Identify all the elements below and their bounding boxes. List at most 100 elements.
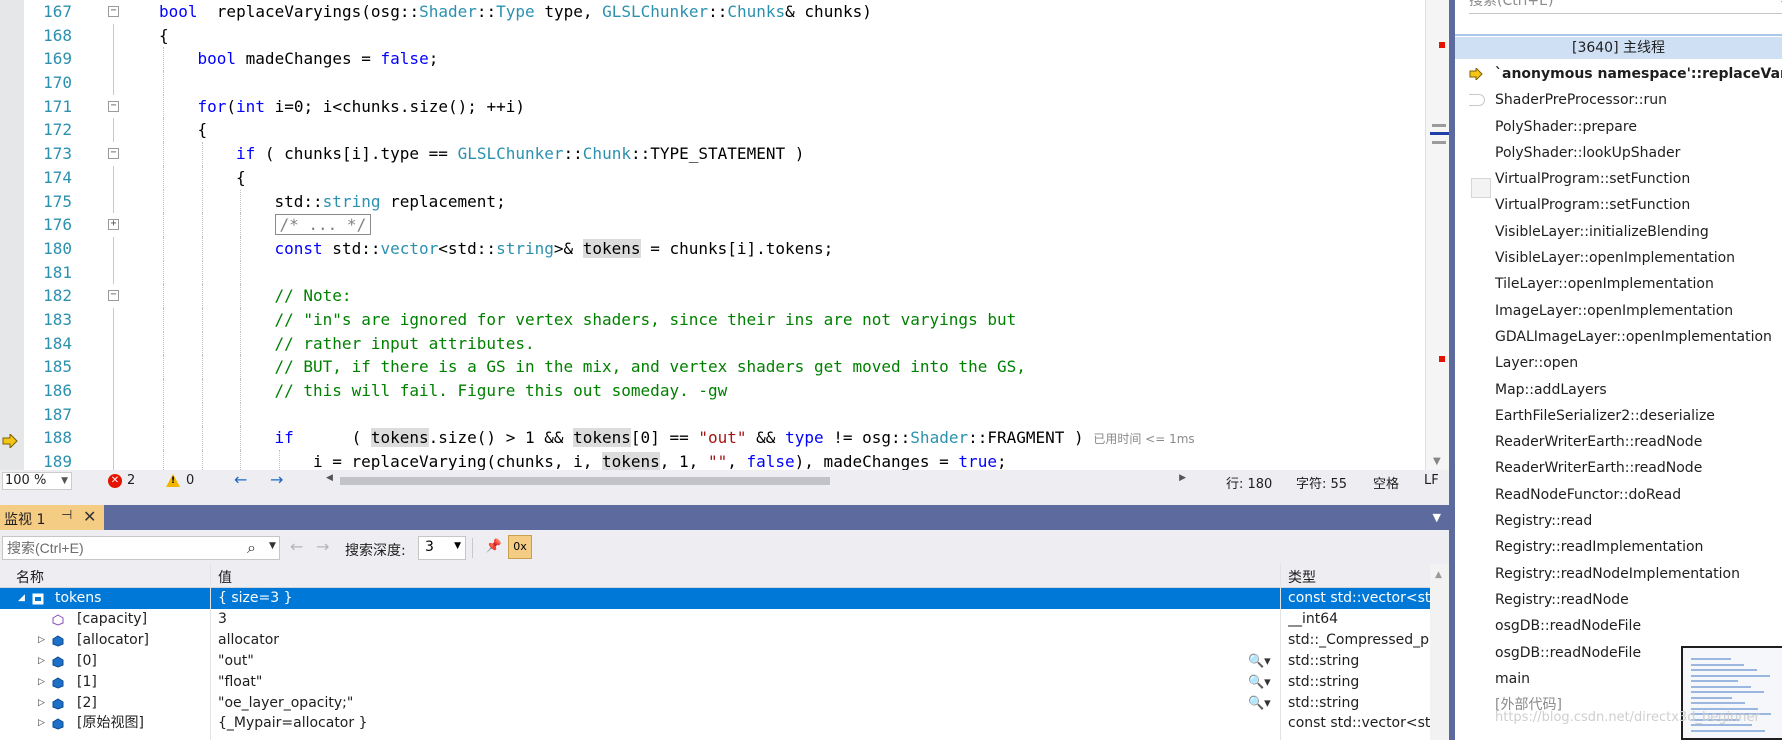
call-stack-frame[interactable]: `anonymous namespace'::replaceVaryings (1455, 61, 1782, 87)
expand-arrow-icon[interactable]: ▷ (38, 630, 45, 651)
horizontal-scroll-thumb[interactable] (340, 477, 830, 485)
code-text[interactable]: for(int i=0; i<chunks.size(); ++i) (198, 95, 526, 119)
column-header-name[interactable]: 名称 (16, 567, 44, 587)
expand-arrow-icon[interactable]: ▷ (38, 713, 45, 734)
call-stack-frame[interactable]: VirtualProgram::setFunction (1455, 166, 1782, 192)
search-next-icon[interactable]: → (316, 537, 329, 556)
code-line[interactable]: 185 // BUT, if there is a GS in the mix, … (24, 355, 1424, 379)
watch-row[interactable]: [capacity] 3 __int64 (0, 609, 1430, 630)
call-stack-frame[interactable]: GDALImageLayer::openImplementation (1455, 324, 1782, 350)
navigate-forward-icon[interactable]: → (270, 470, 283, 489)
call-stack-frame[interactable]: Registry::read (1455, 508, 1782, 534)
code-line[interactable]: 169 bool madeChanges = false; (24, 47, 1424, 72)
visualizer-icon[interactable]: 🔍▾ (1248, 693, 1271, 714)
code-text[interactable]: bool replaceVaryings(osg::Shader::Type t… (159, 0, 872, 24)
watch-value[interactable]: allocator (218, 630, 279, 651)
collapse-icon[interactable]: − (108, 100, 119, 112)
code-text[interactable]: // rather input attributes. (275, 332, 535, 356)
code-line[interactable]: 168 { (24, 23, 1424, 48)
search-previous-icon[interactable]: ← (290, 537, 303, 556)
code-line[interactable]: 174 { (24, 165, 1424, 190)
code-editor[interactable]: 167− bool replaceVaryings(osg::Shader::Ty… (0, 0, 1449, 470)
code-line[interactable]: 182 − // Note: (24, 284, 1424, 308)
visualizer-icon[interactable]: 🔍▾ (1248, 672, 1271, 693)
indicator-margin[interactable] (0, 0, 24, 470)
line-ending[interactable]: LF (1424, 473, 1439, 488)
call-stack-frame[interactable]: TileLayer::openImplementation (1455, 271, 1782, 297)
code-text[interactable]: { (236, 166, 246, 190)
call-stack-frame[interactable]: ReaderWriterEarth::readNode (1455, 429, 1782, 455)
column-header-type[interactable]: 类型 (1288, 567, 1316, 587)
call-stack-frame[interactable]: EarthFileSerializer2::deserialize (1455, 403, 1782, 429)
column-divider[interactable] (1280, 564, 1281, 740)
error-count[interactable]: 2 (127, 473, 135, 488)
call-stack-frame[interactable]: VirtualProgram::setFunction (1455, 192, 1782, 218)
code-line[interactable]: 184 // rather input attributes. (24, 331, 1424, 356)
close-icon[interactable]: ✕ (83, 507, 96, 526)
scroll-down-arrow-icon[interactable]: ▼ (1433, 456, 1441, 467)
call-stack-frame[interactable]: VisibleLayer::openImplementation (1455, 245, 1782, 271)
watch-row[interactable]: ▷ [2] "oe_layer_opacity;" 🔍▾ std::string (0, 693, 1430, 714)
watch-row[interactable]: ◢ tokens { size=3 } const std::vector<st... (0, 588, 1430, 609)
search-depth-select[interactable]: 3 ▼ (418, 536, 466, 560)
navigate-back-icon[interactable]: ← (234, 470, 247, 489)
code-line[interactable]: 188 if ( tokens.size() > 1 && tokens[0] =… (24, 426, 1424, 452)
code-text[interactable]: bool madeChanges = false; (198, 47, 439, 71)
watch-row[interactable]: ▷ [1] "float" 🔍▾ std::string (0, 672, 1430, 693)
editor-vertical-scrollbar[interactable]: ▼ (1425, 0, 1449, 470)
pin-icon[interactable]: ⊣ (61, 508, 72, 523)
watch-value[interactable]: 3 (218, 609, 227, 630)
code-line[interactable]: 183 // "in"s are ignored for vertex shade… (24, 307, 1424, 332)
call-stack-frame[interactable]: osgDB::readNodeFile (1455, 613, 1782, 639)
zoom-select[interactable]: 100 % ▼ (2, 472, 72, 490)
call-stack-frame[interactable]: Registry::readNodeImplementation (1455, 561, 1782, 587)
collapse-arrow-icon[interactable]: ◢ (18, 588, 25, 609)
code-text[interactable]: if ( chunks[i].type == GLSLChunker::Chun… (236, 142, 804, 166)
code-text[interactable]: { (159, 24, 169, 48)
column-divider[interactable] (210, 564, 211, 740)
chevron-down-icon[interactable]: ▼ (269, 541, 276, 551)
scroll-right-arrow-icon[interactable]: ▶ (1179, 473, 1186, 483)
call-stack-frame[interactable]: Registry::readNode (1455, 587, 1782, 613)
hex-display-icon[interactable]: 0x (508, 535, 532, 559)
code-line[interactable]: 186 // this will fail. Figure this out so… (24, 379, 1424, 403)
call-stack-frame[interactable]: ImageLayer::openImplementation (1455, 298, 1782, 324)
call-stack-frame[interactable]: Layer::open (1455, 350, 1782, 376)
code-text[interactable]: std::string replacement; (275, 190, 506, 214)
expand-arrow-icon[interactable]: ▷ (38, 693, 45, 714)
code-text[interactable]: // this will fail. Figure this out somed… (275, 379, 728, 403)
watch-value[interactable]: {_Mypair=allocator } (218, 713, 367, 734)
grid-vertical-scrollbar[interactable]: ▲ (1430, 564, 1449, 740)
code-line[interactable]: 176 + /* ... */ (24, 213, 1424, 237)
pin-watch-icon[interactable]: 📌 (484, 537, 504, 557)
watch-search-box[interactable]: ⌕ ▼ (2, 536, 280, 560)
error-icon[interactable]: ✕ (108, 474, 122, 488)
code-line[interactable]: 187 (24, 402, 1424, 427)
collapse-icon[interactable]: − (108, 290, 119, 302)
tab-watch-1[interactable]: 监视 1 ⊣ ✕ (0, 505, 104, 530)
indent-mode[interactable]: 空格 (1373, 473, 1399, 492)
code-line[interactable]: 175 std::string replacement; (24, 189, 1424, 214)
code-text[interactable]: /* ... */ (274, 213, 372, 237)
call-stack-frame[interactable]: Registry::readImplementation (1455, 534, 1782, 560)
code-text[interactable]: i = replaceVarying(chunks, i, tokens, 1,… (313, 450, 1007, 470)
code-line[interactable]: 167 − bool replaceVaryings(osg::Shader::Ty… (24, 0, 1424, 24)
call-stack-frame[interactable]: PolyShader::prepare (1455, 114, 1782, 140)
code-text[interactable]: // Note: (275, 284, 352, 308)
call-stack-frame[interactable]: Map::addLayers (1455, 377, 1782, 403)
visualizer-icon[interactable]: 🔍▾ (1248, 651, 1271, 672)
code-line[interactable]: 171 − for(int i=0; i<chunks.size(); ++i) (24, 94, 1424, 119)
watch-value[interactable]: "oe_layer_opacity;" (218, 693, 353, 714)
call-stack-frame[interactable]: ShaderPreProcessor::run (1455, 87, 1782, 113)
search-icon[interactable]: ⌕ (247, 538, 256, 558)
watch-value[interactable]: { size=3 } (218, 588, 293, 609)
code-line[interactable]: 189 i = replaceVarying(chunks, i, tokens,… (24, 450, 1424, 470)
code-text[interactable]: { (198, 118, 208, 142)
code-line[interactable]: 173 − if ( chunks[i].type == GLSLChunker::… (24, 142, 1424, 166)
code-text[interactable]: if ( tokens.size() > 1 && tokens[0] == "… (275, 426, 1195, 452)
watch-value[interactable]: "float" (218, 672, 262, 693)
expand-icon[interactable]: + (108, 219, 119, 231)
watch-value[interactable]: "out" (218, 651, 254, 672)
watch-row[interactable]: ▷ [0] "out" 🔍▾ std::string (0, 651, 1430, 672)
watch-row[interactable]: ▷ [allocator] allocator std::_Compressed_p.… (0, 630, 1430, 651)
